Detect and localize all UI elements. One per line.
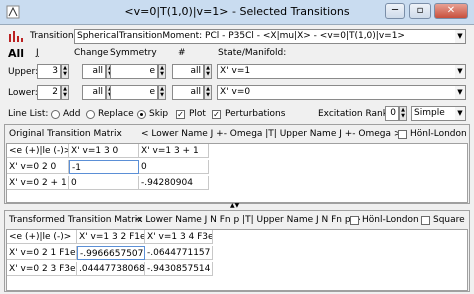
transformed-cell[interactable]: -.9430857514	[145, 262, 213, 276]
lower-state-select[interactable]: X' v=0	[217, 85, 466, 100]
original-row-header: X' v=0 2 + 1	[7, 176, 69, 190]
transformed-honl-london-checkbox[interactable]	[350, 216, 359, 225]
plot-checkbox[interactable]: ✓	[176, 110, 185, 119]
upper-j-input[interactable]: 3	[37, 64, 61, 79]
maximize-button[interactable]: ▫	[409, 3, 431, 19]
perturbations-checkbox-label[interactable]: Perturbations	[225, 109, 285, 119]
original-row-header: X' v=0 2 0	[7, 160, 69, 174]
original-cell[interactable]: -1	[69, 160, 139, 174]
upper-number-select[interactable]: all	[172, 64, 204, 79]
lower-j-spinner[interactable]: ▲ ▼	[61, 85, 69, 100]
transformed-col-header: X' v=1 3 2 F1e	[77, 230, 145, 244]
original-matrix-title: Original Transition Matrix	[9, 129, 122, 139]
transformed-matrix-panel: Transformed Transition Matrix < Lower Na…	[4, 210, 470, 292]
transformed-honl-london-label[interactable]: Hönl-London	[362, 215, 419, 225]
original-cell[interactable]: 0	[139, 160, 209, 174]
upper-state-select[interactable]: X' v=1	[217, 64, 466, 79]
transformed-corner-cell: <e (+)|le (-)>	[7, 230, 77, 244]
transformed-cell[interactable]: -.0644771157	[145, 246, 213, 260]
replace-radio[interactable]	[86, 110, 95, 119]
lower-state-dropdown-icon[interactable]: ▼	[455, 86, 465, 99]
perturbations-checkbox[interactable]: ✓	[212, 110, 221, 119]
transformed-matrix-header: < Lower Name J N Fn p |T| Upper Name J N…	[135, 215, 361, 225]
transformed-matrix-grid: <e (+)|le (-)> X' v=1 3 2 F1e X' v=1 3 4…	[6, 229, 468, 291]
original-matrix-panel: Original Transition Matrix < Lower Name …	[4, 124, 470, 204]
transformed-matrix-title: Transformed Transition Matrix	[9, 215, 143, 225]
original-honl-london-label[interactable]: Hönl-London	[410, 129, 467, 139]
upper-number-spinner[interactable]: ▲ ▼	[204, 64, 212, 79]
lower-j-input[interactable]: 2	[37, 85, 61, 100]
title-bar: <v=0|T(1,0)|v=1> - Selected Transitions …	[0, 0, 474, 25]
replace-radio-label[interactable]: Replace	[98, 109, 134, 119]
mode-dropdown-icon[interactable]: ▼	[455, 107, 465, 120]
lower-symmetry-select[interactable]: e	[110, 85, 158, 100]
original-matrix-grid: <e (+)|le (-)> X' v=1 3 0 X' v=1 3 + 1 X…	[6, 143, 468, 203]
original-honl-london-checkbox[interactable]	[398, 130, 407, 139]
all-label[interactable]: All	[8, 47, 24, 60]
excitation-rank-spinner[interactable]: ▲ ▼	[399, 106, 407, 121]
lower-label: Lower:	[8, 88, 38, 98]
transformed-col-header: X' v=1 3 4 F3e	[145, 230, 213, 244]
symmetry-header: Symmetry	[110, 48, 157, 58]
transition-dropdown-icon[interactable]: ▼	[455, 30, 465, 43]
upper-symmetry-spinner[interactable]: ▲ ▼	[158, 64, 166, 79]
original-col-header: X' v=1 3 + 1	[139, 144, 209, 158]
original-col-header: X' v=1 3 0	[69, 144, 139, 158]
square-label[interactable]: Square	[433, 215, 465, 225]
close-button[interactable]: ✕	[434, 3, 468, 19]
upper-change-select[interactable]: all	[82, 64, 106, 79]
lower-number-select[interactable]: all	[172, 85, 204, 100]
plot-checkbox-label[interactable]: Plot	[189, 109, 206, 119]
transformed-cell[interactable]: .04447738068	[77, 262, 145, 276]
upper-j-spinner[interactable]: ▲ ▼	[61, 64, 69, 79]
line-list-label: Line List:	[8, 109, 49, 119]
transition-select[interactable]: SphericalTransitionMoment: PCl - P35Cl -…	[74, 29, 466, 44]
change-header: Change	[74, 48, 109, 58]
original-corner-cell: <e (+)|le (-)>	[7, 144, 69, 158]
add-radio[interactable]	[51, 110, 60, 119]
number-header: #	[178, 48, 186, 58]
transformed-row-header: X' v=0 2 3 F3e	[7, 262, 77, 276]
splitter-handle-icon[interactable]: ▲▼	[230, 203, 239, 209]
lower-number-spinner[interactable]: ▲ ▼	[204, 85, 212, 100]
lower-symmetry-spinner[interactable]: ▲ ▼	[158, 85, 166, 100]
original-matrix-header: < Lower Name J +- Omega |T| Upper Name J…	[141, 129, 402, 139]
excitation-rank-label: Excitation Rank:	[318, 109, 391, 119]
state-manifold-header: State/Manifold:	[218, 48, 287, 58]
original-cell[interactable]: 0	[69, 176, 139, 190]
skip-radio[interactable]	[137, 110, 146, 119]
upper-symmetry-select[interactable]: e	[110, 64, 158, 79]
upper-label: Upper:	[8, 67, 39, 77]
j-header: J	[36, 48, 39, 58]
excitation-rank-input[interactable]: 0	[385, 106, 399, 121]
skip-radio-label[interactable]: Skip	[149, 109, 168, 119]
add-radio-label[interactable]: Add	[63, 109, 80, 119]
transformed-row-header: X' v=0 2 1 F1e	[7, 246, 77, 260]
upper-state-dropdown-icon[interactable]: ▼	[455, 65, 465, 78]
transformed-cell[interactable]: -.9966657507	[77, 246, 145, 260]
transition-label: Transition	[30, 31, 74, 41]
transition-chart-icon	[9, 31, 23, 42]
minimize-button[interactable]: ─	[385, 3, 405, 19]
original-cell[interactable]: -.94280904	[139, 176, 209, 190]
square-checkbox[interactable]	[421, 216, 430, 225]
lower-change-select[interactable]: all	[82, 85, 106, 100]
